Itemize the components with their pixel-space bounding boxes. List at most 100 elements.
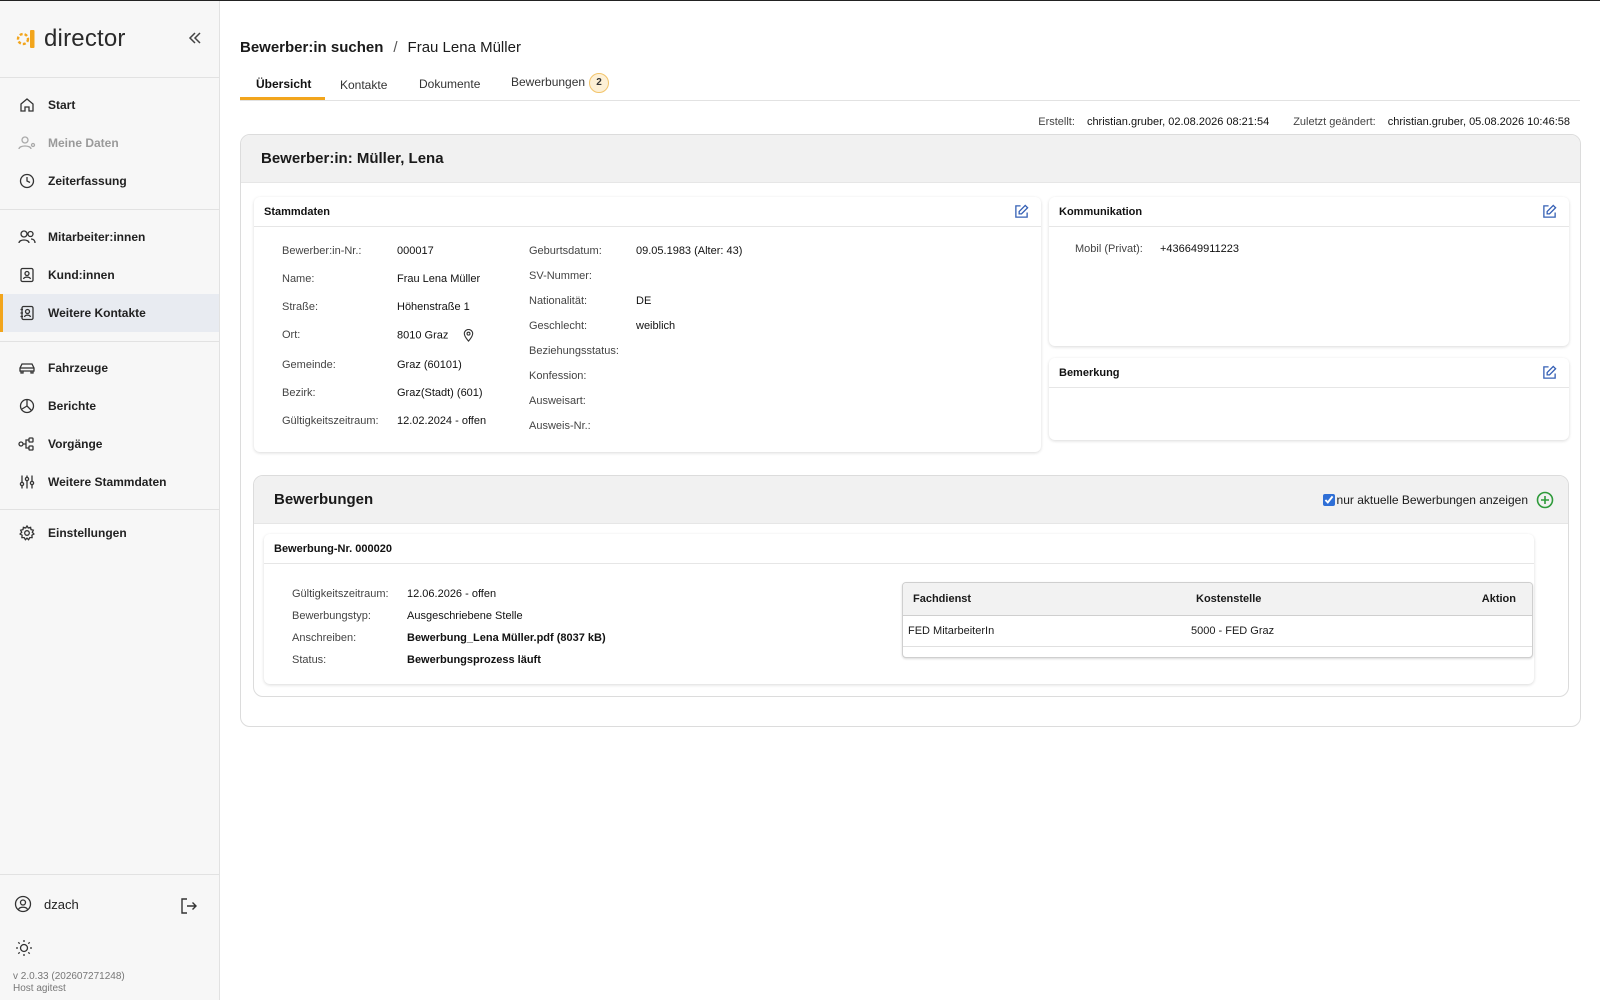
collapse-sidebar-icon[interactable] [186,29,204,47]
sidebar-item-meine-daten[interactable]: Meine Daten [0,124,219,162]
applicant-panel: Bewerber:in: Müller, Lena Stammdaten Bew… [240,134,1581,727]
clock-icon [18,172,36,190]
card-title: Bewerbung-Nr. 000020 [274,543,392,555]
user-icon [18,134,36,152]
user-avatar-icon [14,895,32,913]
sidebar-item-weitere-kontakte[interactable]: Weitere Kontakte [0,294,219,332]
field-value: Graz (60101) [397,359,462,371]
host-text: Host agitest [13,983,66,994]
field-value: 000017 [397,245,434,257]
field-label: Gültigkeitszeitraum: [282,415,379,427]
home-icon [18,96,36,114]
field-label: Status: [292,654,327,666]
field-ort: Ort: 8010 Graz [282,329,475,342]
bemerkung-card: Bemerkung [1049,358,1569,440]
sliders-icon [18,473,36,491]
field-beziehungsstatus: Beziehungsstatus: [529,345,636,357]
field-label: Ort: [282,329,301,342]
bewerbungen-section: Bewerbungen nur aktuelle Bewerbungen anz… [253,475,1569,697]
version-text: v 2.0.33 (202607271248) [13,971,125,982]
record-meta: Erstellt: christian.gruber, 02.08.2026 08… [1038,116,1570,128]
chart-icon [18,397,36,415]
sidebar-item-berichte[interactable]: Berichte [0,387,219,425]
car-icon [18,359,36,377]
add-application-icon[interactable] [1536,491,1554,509]
field-label: Bewerber:in-Nr.: [282,245,362,257]
tab-uebersicht[interactable]: Übersicht [256,77,311,91]
table-row[interactable]: FED MitarbeiterIn 5000 - FED Graz [903,616,1532,647]
bewerbung-card: Bewerbung-Nr. 000020 Gültigkeitszeitraum… [264,534,1534,684]
field-gueltigkeit: Gültigkeitszeitraum: 12.02.2024 - offen [282,415,486,427]
section-title: Bewerbungen [274,491,374,508]
sidebar-item-label: Weitere Kontakte [48,306,146,320]
edit-icon[interactable] [1542,204,1557,219]
edit-icon[interactable] [1542,365,1557,380]
sidebar-item-fahrzeuge[interactable]: Fahrzeuge [0,349,219,387]
sidebar-item-weitere-stammdaten[interactable]: Weitere Stammdaten [0,463,219,501]
sidebar-item-start[interactable]: Start [0,86,219,124]
field-label: Beziehungsstatus: [529,345,619,357]
filter-checkbox[interactable] [1322,494,1335,506]
active-tab-indicator [240,97,325,100]
card-header: Bewerbung-Nr. 000020 [264,534,1534,564]
contact-book-icon [18,304,36,322]
sidebar-item-zeiterfassung[interactable]: Zeiterfassung [0,162,219,200]
map-pin-icon[interactable] [462,329,475,342]
field-nationalitaet: Nationalität: DE [529,295,651,307]
logout-icon[interactable] [180,897,198,915]
field-value: DE [636,295,652,307]
tab-kontakte[interactable]: Kontakte [340,78,387,92]
field-gemeinde: Gemeinde: Graz (60101) [282,359,462,371]
field-value: Ausgeschriebene Stelle [407,610,523,622]
sidebar-item-vorgaenge[interactable]: Vorgänge [0,425,219,463]
card-header: Stammdaten [254,197,1041,227]
field-value: weiblich [636,320,676,332]
sidebar: director Start Meine Daten Zeiterfassung… [0,1,220,1000]
card-header: Bemerkung [1049,358,1569,388]
sidebar-item-mitarbeiter[interactable]: Mitarbeiter:innen [0,218,219,256]
field-label: Konfession: [529,370,587,382]
field-bewerber-nr: Bewerber:in-Nr.: 000017 [282,245,434,257]
sidebar-item-label: Vorgänge [48,437,103,451]
field-label: Bezirk: [282,387,316,399]
field-konfession: Konfession: [529,370,636,382]
user-menu[interactable]: dzach [14,895,204,913]
column-header-kostenstelle[interactable]: Kostenstelle [1196,583,1261,616]
sidebar-item-einstellungen[interactable]: Einstellungen [0,514,219,552]
username: dzach [44,896,79,912]
sidebar-item-label: Weitere Stammdaten [48,475,167,489]
card-header: Kommunikation [1049,197,1569,227]
field-label: Gemeinde: [282,359,336,371]
field-value: 12.02.2024 - offen [397,415,487,427]
breadcrumb-parent[interactable]: Bewerber:in suchen [240,39,383,56]
column-header-fachdienst[interactable]: Fachdienst [913,583,971,616]
card-title: Stammdaten [264,206,331,218]
sidebar-item-label: Start [48,98,76,112]
field-value: Graz(Stadt) (601) [397,387,483,399]
edit-icon[interactable] [1014,204,1029,219]
column-header-aktion: Aktion [1481,593,1516,605]
field-status: Status: Bewerbungsprozess läuft [292,654,541,666]
theme-toggle-icon[interactable] [15,939,33,957]
tab-bewerbungen[interactable]: Bewerbungen 2 [511,73,610,93]
breadcrumb: Bewerber:in suchen / Frau Lena Müller [240,39,521,56]
field-ausweis-nr: Ausweis-Nr.: [529,420,636,432]
field-label: Name: [282,273,315,285]
tab-dokumente[interactable]: Dokumente [419,77,480,91]
field-strasse: Straße: Höhenstraße 1 [282,301,470,313]
version-info: v 2.0.33 (202607271248) Host agitest [13,971,125,995]
logo[interactable]: director [16,25,126,53]
panel-title: Bewerber:in: Müller, Lena [241,135,1580,183]
status-link[interactable]: Bewerbungsprozess läuft [407,654,541,666]
cell-fachdienst: FED MitarbeiterIn [908,625,995,637]
kommunikation-card: Kommunikation Mobil (Privat): +4366499112… [1049,197,1569,346]
field-sv-nummer: SV-Nummer: [529,270,636,282]
filter-current-applications[interactable]: nur aktuelle Bewerbungen anzeigen [1322,491,1554,509]
sidebar-item-kundinnen[interactable]: Kund:innen [0,256,219,294]
created-value: christian.gruber, 02.08.2026 08:21:54 [1086,116,1270,128]
field-bezirk: Bezirk: Graz(Stadt) (601) [282,387,483,399]
field-label: Geburtsdatum: [529,245,602,257]
breadcrumb-current: Frau Lena Müller [407,39,521,56]
field-label: Mobil (Privat): [1075,243,1143,255]
attachment-link[interactable]: Bewerbung_Lena Müller.pdf (8037 kB) [407,632,606,644]
